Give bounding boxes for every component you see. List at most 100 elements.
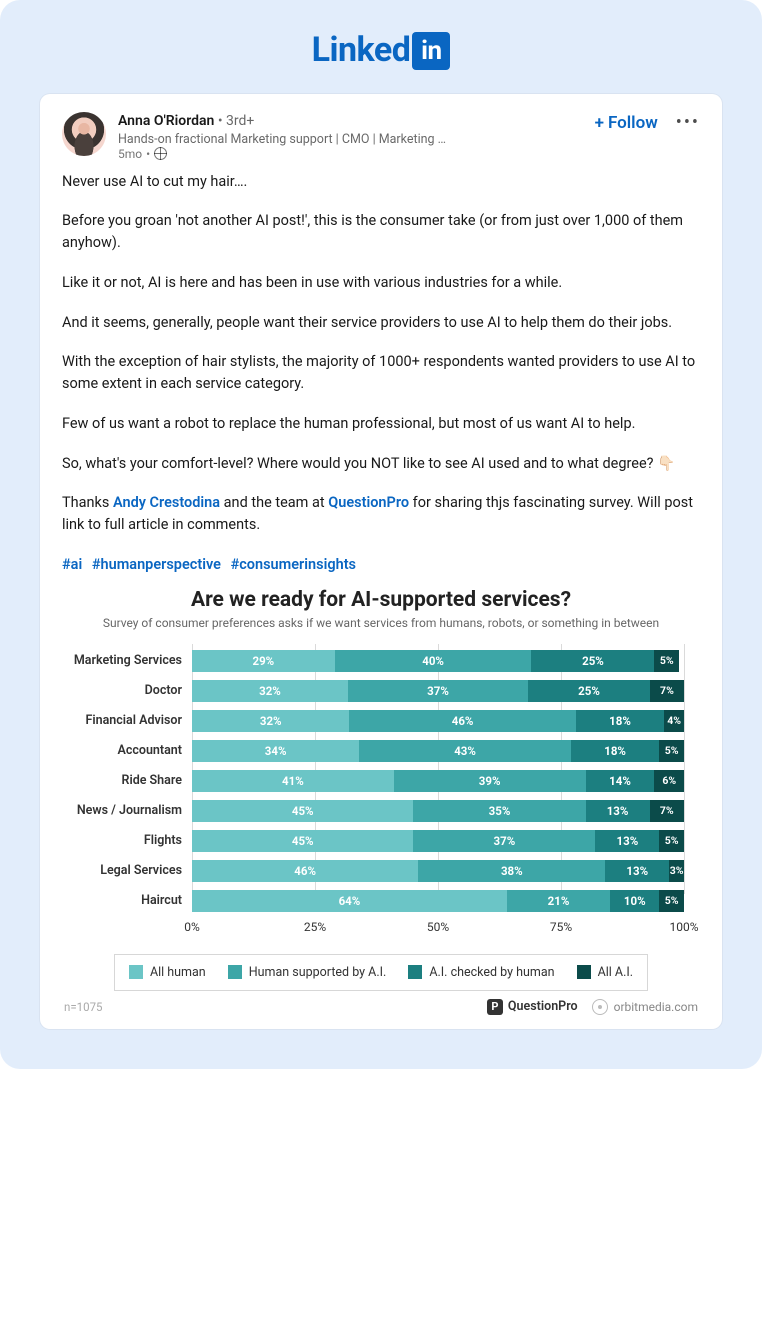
post-paragraph: Like it or not, AI is here and has been …	[62, 272, 700, 294]
chart-row: Haircut64%21%10%5%	[192, 886, 684, 916]
chart-bar-segment: 7%	[650, 680, 684, 702]
chart-bar-segment: 10%	[610, 890, 659, 912]
overflow-menu-icon[interactable]: •••	[676, 112, 700, 133]
chart-row-label: Haircut	[62, 893, 188, 908]
chart-bar-segment: 13%	[586, 800, 650, 822]
chart-bar-segment: 13%	[605, 860, 669, 882]
post-paragraph: So, what's your comfort-level? Where wou…	[62, 453, 700, 475]
chart-row-label: Financial Advisor	[62, 713, 188, 728]
chart-bar-segment: 34%	[192, 740, 359, 762]
chart-bar-segment: 37%	[348, 680, 528, 702]
attribution-questionpro: P QuestionPro	[487, 999, 578, 1015]
chart-bar: 45%35%13%7%	[192, 800, 684, 822]
chart-row-label: Doctor	[62, 683, 188, 698]
chart-bar: 64%21%10%5%	[192, 890, 684, 912]
chart-n-label: n=1075	[64, 1000, 103, 1014]
chart-plot: Marketing Services29%40%25%5%Doctor32%37…	[192, 644, 684, 916]
chart-bar-segment: 4%	[664, 710, 684, 732]
x-tick: 75%	[550, 920, 572, 934]
chart-bar-segment: 32%	[192, 680, 348, 702]
author-headline: Hands-on fractional Marketing support | …	[118, 132, 458, 147]
chart: Are we ready for AI-supported services? …	[62, 588, 700, 1019]
page-frame: Linkedin Anna O'Riordan • 3rd+ Hands-on …	[0, 0, 762, 1069]
x-tick: 100%	[669, 920, 698, 934]
linkedin-in-badge: in	[412, 32, 450, 70]
legend-item: Human supported by A.I.	[228, 965, 387, 980]
chart-bar-segment: 5%	[659, 830, 684, 852]
chart-bar-segment: 40%	[335, 650, 532, 672]
chart-bar: 29%40%25%5%	[192, 650, 684, 672]
post-paragraph: And it seems, generally, people want the…	[62, 312, 700, 334]
chart-bar-segment: 64%	[192, 890, 507, 912]
chart-bar-segment: 37%	[413, 830, 595, 852]
chart-bar-segment: 18%	[576, 710, 665, 732]
legend-label: All human	[150, 965, 206, 980]
hashtag-link[interactable]: #humanperspective	[92, 556, 221, 573]
mention-link[interactable]: Andy Crestodina	[113, 494, 220, 511]
chart-bar: 32%46%18%4%	[192, 710, 684, 732]
chart-bar-segment: 43%	[359, 740, 571, 762]
chart-bar: 45%37%13%5%	[192, 830, 684, 852]
post-paragraph: Few of us want a robot to replace the hu…	[62, 413, 700, 435]
chart-subtitle: Survey of consumer preferences asks if w…	[62, 616, 700, 630]
legend-swatch	[129, 965, 143, 979]
chart-row-label: Legal Services	[62, 863, 188, 878]
chart-row: Accountant34%43%18%5%	[192, 736, 684, 766]
chart-bar-segment: 7%	[650, 800, 684, 822]
chart-bar-segment: 45%	[192, 830, 413, 852]
orbitmedia-mark-icon	[592, 999, 608, 1015]
chart-row-label: Marketing Services	[62, 653, 188, 668]
post-time: 5mo	[118, 147, 142, 161]
linkedin-wordmark: Linked	[312, 30, 411, 70]
chart-row: Flights45%37%13%5%	[192, 826, 684, 856]
chart-bar-segment: 39%	[394, 770, 586, 792]
post-header: Anna O'Riordan • 3rd+ Hands-on fractiona…	[62, 112, 700, 161]
chart-row-label: Ride Share	[62, 773, 188, 788]
post-body: Never use AI to cut my hair…. Before you…	[62, 171, 700, 576]
chart-bar-segment: 3%	[669, 860, 684, 882]
chart-bar: 46%38%13%3%	[192, 860, 684, 882]
chart-title: Are we ready for AI-supported services?	[62, 588, 700, 612]
chart-row: Legal Services46%38%13%3%	[192, 856, 684, 886]
hashtag-row: #ai #humanperspective #consumerinsights	[62, 554, 700, 576]
hashtag-link[interactable]: #ai	[62, 556, 82, 573]
chart-bar-segment: 25%	[528, 680, 650, 702]
legend-label: A.I. checked by human	[429, 965, 554, 980]
chart-bar: 34%43%18%5%	[192, 740, 684, 762]
hashtag-link[interactable]: #consumerinsights	[231, 556, 356, 573]
x-tick: 0%	[184, 920, 200, 934]
legend-label: Human supported by A.I.	[249, 965, 387, 980]
chart-bar-segment: 38%	[418, 860, 605, 882]
post-card: Anna O'Riordan • 3rd+ Hands-on fractiona…	[40, 94, 722, 1029]
legend-item: A.I. checked by human	[408, 965, 554, 980]
avatar[interactable]	[62, 112, 106, 156]
plus-icon: +	[595, 113, 604, 133]
legend-item: All A.I.	[577, 965, 633, 980]
chart-bar-segment: 13%	[595, 830, 659, 852]
chart-row: Doctor32%37%25%7%	[192, 676, 684, 706]
author-degree: 3rd+	[226, 113, 254, 129]
post-paragraph: Thanks Andy Crestodina and the team at Q…	[62, 492, 700, 536]
chart-bar-segment: 29%	[192, 650, 335, 672]
chart-bar: 32%37%25%7%	[192, 680, 684, 702]
chart-bar-segment: 41%	[192, 770, 394, 792]
chart-row-label: Accountant	[62, 743, 188, 758]
chart-bar-segment: 5%	[654, 650, 679, 672]
chart-bar-segment: 46%	[349, 710, 575, 732]
linkedin-logo: Linkedin	[40, 30, 722, 70]
mention-link[interactable]: QuestionPro	[328, 494, 409, 511]
legend-swatch	[228, 965, 242, 979]
questionpro-mark-icon: P	[487, 999, 503, 1015]
post-meta: 5mo •	[118, 147, 583, 161]
chart-bar-segment: 18%	[571, 740, 660, 762]
chart-row-label: News / Journalism	[62, 803, 188, 818]
legend-label: All A.I.	[598, 965, 633, 980]
chart-row-label: Flights	[62, 833, 188, 848]
chart-bar: 41%39%14%6%	[192, 770, 684, 792]
legend-swatch	[577, 965, 591, 979]
chart-row: Ride Share41%39%14%6%	[192, 766, 684, 796]
globe-icon	[154, 147, 167, 160]
author-name[interactable]: Anna O'Riordan	[118, 113, 214, 129]
follow-button[interactable]: + Follow	[595, 113, 658, 133]
author-line: Anna O'Riordan • 3rd+	[118, 112, 583, 132]
